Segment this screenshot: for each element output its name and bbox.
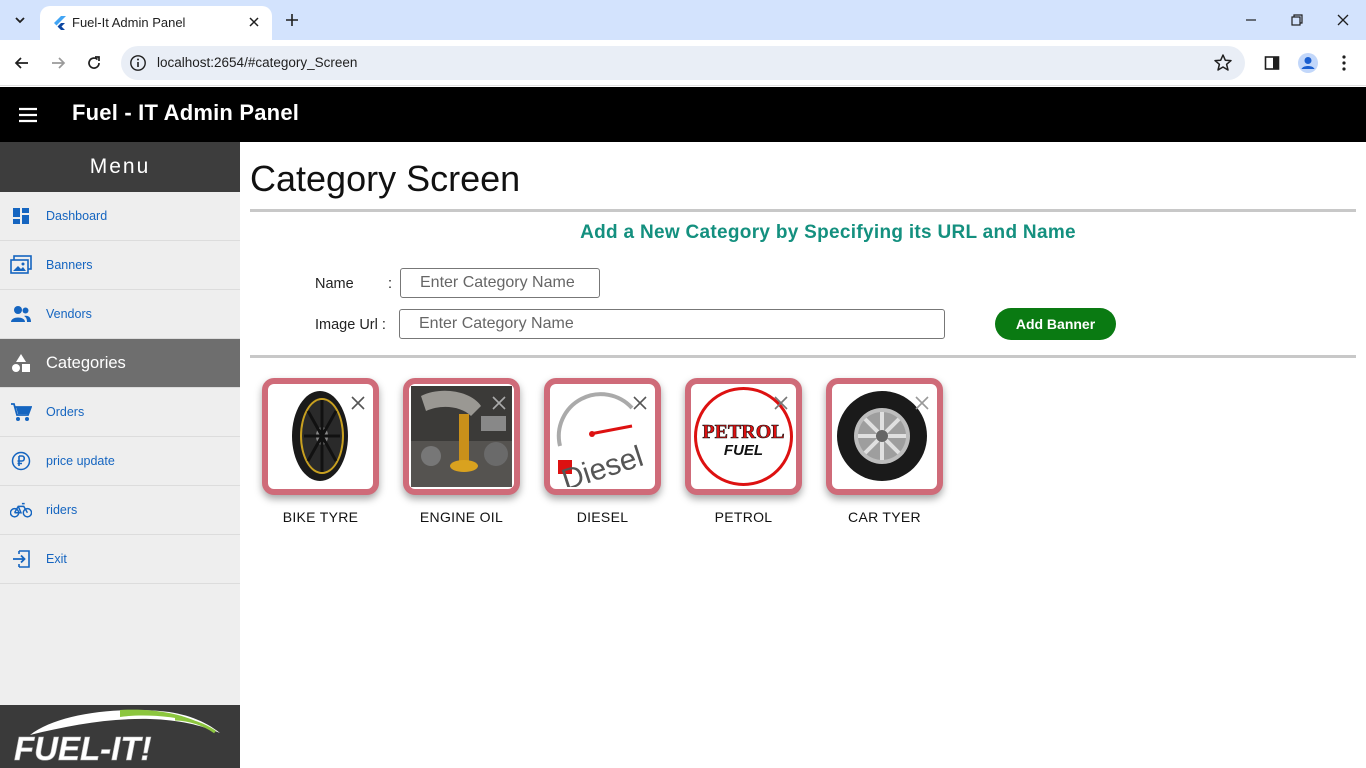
sidebar-item-price-update[interactable]: price update	[0, 437, 240, 486]
reload-icon	[88, 56, 100, 69]
sidebar-item-exit[interactable]: Exit	[0, 535, 240, 584]
sidebar-item-label: Vendors	[46, 307, 92, 321]
new-tab-button[interactable]	[280, 8, 304, 32]
close-icon[interactable]	[632, 395, 648, 411]
flutter-icon	[54, 16, 66, 30]
page-title: Category Screen	[250, 158, 521, 199]
hamburger-menu-icon[interactable]	[16, 103, 40, 127]
close-icon[interactable]	[773, 395, 789, 411]
name-label: Name	[315, 276, 354, 292]
exit-icon	[10, 548, 32, 570]
sidebar-item-banners[interactable]: Banners	[0, 241, 240, 290]
address-bar[interactable]: localhost:2654/#category_Screen	[121, 46, 1245, 80]
restore-icon	[1291, 14, 1303, 26]
arrow-left-icon	[14, 57, 28, 69]
image-url-label: Image Url :	[315, 317, 386, 333]
people-icon	[10, 303, 32, 325]
add-banner-button[interactable]: Add Banner	[995, 308, 1116, 340]
sidebar-item-label: Exit	[46, 552, 67, 566]
sidebar-item-categories[interactable]: Categories	[0, 339, 240, 388]
category-name: PETROL	[714, 509, 773, 525]
sidebar-item-label: price update	[46, 454, 115, 468]
tab-title: Fuel-It Admin Panel	[72, 15, 186, 30]
form-subtitle: Add a New Category by Specifying its URL…	[580, 222, 1076, 243]
back-button[interactable]	[8, 49, 36, 77]
cart-icon	[10, 401, 32, 423]
tab-search-button[interactable]	[6, 7, 34, 33]
fuel-image-text: FUEL	[724, 442, 763, 459]
currency-icon	[10, 450, 32, 472]
close-icon[interactable]	[350, 395, 366, 411]
sidebar-item-dashboard[interactable]: Dashboard	[0, 192, 240, 241]
sidebar-item-label: Dashboard	[46, 209, 108, 223]
divider	[250, 355, 1356, 358]
profile-button[interactable]	[1294, 49, 1322, 77]
category-card[interactable]	[826, 378, 943, 495]
category-name: ENGINE OIL	[419, 509, 504, 525]
sidebar: Menu Dashboard Banners Vendors Categorie…	[0, 142, 240, 768]
name-colon: :	[388, 276, 393, 292]
minimize-button[interactable]	[1236, 6, 1266, 34]
browser-tab[interactable]: Fuel-It Admin Panel	[40, 6, 272, 40]
category-card[interactable]	[403, 378, 520, 495]
sidebar-item-label: Orders	[46, 405, 85, 419]
close-icon	[1337, 14, 1349, 26]
category-card[interactable]: Diesel	[544, 378, 661, 495]
close-window-button[interactable]	[1328, 6, 1358, 34]
close-icon[interactable]	[914, 395, 930, 411]
fuel-it-logo: FUEL-IT!	[0, 705, 240, 768]
info-icon[interactable]	[129, 54, 147, 72]
sidebar-item-label: Categories	[46, 353, 126, 372]
main-content: Category Screen Add a New Category by Sp…	[240, 142, 1366, 768]
sidebar-item-label: riders	[46, 503, 78, 517]
close-icon	[249, 17, 259, 27]
app-header: Fuel - IT Admin Panel	[0, 87, 1366, 142]
avatar-icon	[1298, 53, 1318, 73]
browser-menu-button[interactable]	[1330, 49, 1358, 77]
minimize-icon	[1246, 19, 1256, 21]
category-name: BIKE TYRE	[282, 509, 359, 525]
bike-icon	[10, 499, 32, 521]
kebab-menu-icon	[1342, 55, 1346, 71]
sidebar-header: Menu	[0, 142, 240, 192]
dashboard-icon	[10, 205, 32, 227]
app-title: Fuel - IT Admin Panel	[72, 100, 300, 125]
close-icon[interactable]	[491, 395, 507, 411]
tab-close-button[interactable]	[244, 12, 264, 32]
plus-icon	[286, 14, 298, 26]
sidebar-item-vendors[interactable]: Vendors	[0, 290, 240, 339]
arrow-right-icon	[52, 57, 66, 69]
image-url-input[interactable]	[399, 309, 945, 339]
petrol-image-text: PETROL	[702, 421, 784, 443]
divider	[250, 209, 1356, 212]
sidebar-item-riders[interactable]: riders	[0, 486, 240, 535]
forward-button[interactable]	[44, 49, 72, 77]
url-text[interactable]: localhost:2654/#category_Screen	[157, 55, 357, 70]
category-name-input[interactable]	[400, 268, 600, 298]
restore-button[interactable]	[1282, 6, 1312, 34]
side-panel-icon	[1264, 56, 1280, 70]
category-name: DIESEL	[576, 509, 629, 525]
category-card[interactable]: PETROL FUEL	[685, 378, 802, 495]
sidebar-item-label: Banners	[46, 258, 93, 272]
logo-text: FUEL-IT!	[14, 730, 151, 767]
reload-button[interactable]	[80, 49, 108, 77]
side-panel-button[interactable]	[1258, 49, 1286, 77]
sidebar-item-orders[interactable]: Orders	[0, 388, 240, 437]
star-icon[interactable]	[1213, 53, 1233, 73]
chevron-down-icon	[15, 17, 25, 24]
browser-tab-bar: Fuel-It Admin Panel	[0, 0, 1366, 40]
browser-toolbar: localhost:2654/#category_Screen	[0, 40, 1366, 86]
category-name: CAR TYER	[848, 509, 921, 525]
category-card[interactable]	[262, 378, 379, 495]
category-icon	[10, 352, 32, 374]
image-icon	[10, 254, 32, 276]
